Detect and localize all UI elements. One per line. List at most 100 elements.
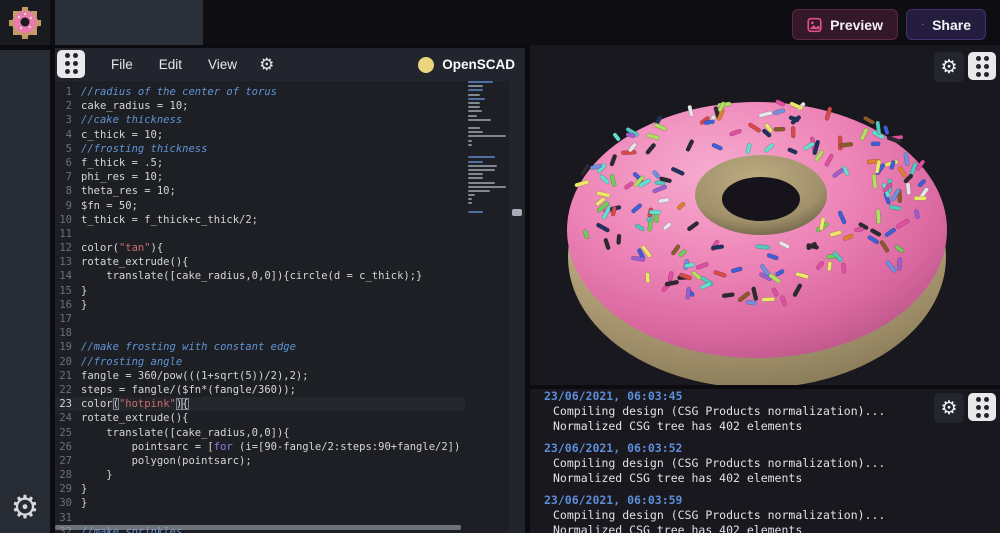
code-line[interactable]: 8theta_res = 10; xyxy=(55,184,465,198)
code-line[interactable]: 25 translate([cake_radius,0,0]){ xyxy=(55,426,465,440)
code-line[interactable]: 11 xyxy=(55,227,465,241)
code-line[interactable]: 28 } xyxy=(55,468,465,482)
line-number: 14 xyxy=(55,269,81,283)
code-line[interactable]: 2cake_radius = 10; xyxy=(55,99,465,113)
editor-gear-icon[interactable]: ⚙ xyxy=(259,55,274,75)
log-timestamp: 23/06/2021, 06:03:45 xyxy=(544,389,1000,404)
settings-gear-icon[interactable]: ⚙ xyxy=(0,489,50,525)
tab-strip xyxy=(55,0,203,45)
code-line[interactable]: 7phi_res = 10; xyxy=(55,170,465,184)
code-text: } xyxy=(81,468,113,482)
code-text: } xyxy=(81,482,87,496)
code-text: //radius of the center of torus xyxy=(81,85,277,99)
minimap[interactable] xyxy=(465,81,509,533)
code-line[interactable]: 31 xyxy=(55,511,465,525)
code-line[interactable]: 14 translate([cake_radius,0,0]){circle(d… xyxy=(55,269,465,283)
engine-status-label: OpenSCAD xyxy=(442,57,515,72)
menu-view[interactable]: View xyxy=(208,57,237,72)
code-line[interactable]: 27 polygon(pointsarc); xyxy=(55,454,465,468)
code-text: rotate_extrude(){ xyxy=(81,411,188,425)
code-line[interactable]: 29} xyxy=(55,482,465,496)
viewport-controls: ⚙ xyxy=(934,52,996,82)
log-timestamp: 23/06/2021, 06:03:52 xyxy=(544,441,1000,456)
code-line[interactable]: 26 pointsarc = [for (i=[90-fangle/2:step… xyxy=(55,440,465,454)
line-number: 5 xyxy=(55,142,81,156)
code-line[interactable]: 18 xyxy=(55,326,465,340)
line-number: 20 xyxy=(55,355,81,369)
line-number: 30 xyxy=(55,496,81,510)
editor-drag-handle[interactable] xyxy=(57,50,85,78)
code-text: //cake thickness xyxy=(81,113,182,127)
log-message: Compiling design (CSG Products normaliza… xyxy=(544,404,1000,419)
share-button-label: Share xyxy=(932,17,971,33)
code-line[interactable]: 10t_thick = f_thick+c_thick/2; xyxy=(55,213,465,227)
share-button[interactable]: Share xyxy=(906,9,986,40)
app-window: Preview Share ⚙ File Edit View ⚙ OpenSCA… xyxy=(0,0,1000,533)
line-number: 26 xyxy=(55,440,81,454)
code-line[interactable]: 13rotate_extrude(){ xyxy=(55,255,465,269)
line-number: 21 xyxy=(55,369,81,383)
code-lines[interactable]: 1//radius of the center of torus2cake_ra… xyxy=(55,85,465,533)
code-line[interactable]: 6f_thick = .5; xyxy=(55,156,465,170)
line-number: 18 xyxy=(55,326,81,340)
code-line[interactable]: 23color("hotpink"){ xyxy=(55,397,465,411)
menu-edit[interactable]: Edit xyxy=(159,57,182,72)
code-text: translate([cake_radius,0,0]){ xyxy=(81,426,290,440)
horizontal-scrollbar-thumb[interactable] xyxy=(55,525,461,530)
code-line[interactable]: 9$fn = 50; xyxy=(55,199,465,213)
code-line[interactable]: 16} xyxy=(55,298,465,312)
horizontal-scrollbar[interactable] xyxy=(55,525,465,530)
code-line[interactable]: 19//make frosting with constant edge xyxy=(55,340,465,354)
code-editor[interactable]: 1//radius of the center of torus2cake_ra… xyxy=(55,81,525,533)
code-line[interactable]: 17 xyxy=(55,312,465,326)
line-number: 2 xyxy=(55,99,81,113)
code-line[interactable]: 5//frosting thickness xyxy=(55,142,465,156)
code-line[interactable]: 30} xyxy=(55,496,465,510)
log-message: Compiling design (CSG Products normaliza… xyxy=(544,456,1000,471)
preview-button[interactable]: Preview xyxy=(792,9,898,40)
line-number: 13 xyxy=(55,255,81,269)
editor-panel: File Edit View ⚙ OpenSCAD 1//radius of t… xyxy=(55,48,525,533)
status-dot xyxy=(418,57,434,73)
console-panel[interactable]: 23/06/2021, 06:03:45Compiling design (CS… xyxy=(530,389,1000,533)
code-line[interactable]: 3//cake thickness xyxy=(55,113,465,127)
code-line[interactable]: 1//radius of the center of torus xyxy=(55,85,465,99)
code-text: } xyxy=(81,298,87,312)
viewport-panel[interactable]: ⚙ xyxy=(530,45,1000,385)
code-line[interactable]: 24rotate_extrude(){ xyxy=(55,411,465,425)
console-gear-icon[interactable]: ⚙ xyxy=(934,393,964,423)
log-message: Normalized CSG tree has 402 elements xyxy=(544,471,1000,486)
code-line[interactable]: 20//frosting angle xyxy=(55,355,465,369)
console-drag-handle[interactable] xyxy=(968,393,996,421)
line-number: 9 xyxy=(55,199,81,213)
code-line[interactable]: 22steps = fangle/($fn*(fangle/360)); xyxy=(55,383,465,397)
menu-file[interactable]: File xyxy=(111,57,133,72)
line-number: 25 xyxy=(55,426,81,440)
code-line[interactable]: 15} xyxy=(55,284,465,298)
vertical-scrollbar-thumb[interactable] xyxy=(512,209,522,216)
code-text: //make frosting with constant edge xyxy=(81,340,296,354)
code-line[interactable]: 21fangle = 360/pow(((1+sqrt(5))/2),2); xyxy=(55,369,465,383)
donut-hole xyxy=(722,177,800,221)
line-number: 11 xyxy=(55,227,81,241)
vertical-scrollbar[interactable] xyxy=(509,81,525,533)
code-text: f_thick = .5; xyxy=(81,156,163,170)
donut-render xyxy=(530,45,1000,385)
app-logo[interactable] xyxy=(0,0,50,45)
viewport-gear-icon[interactable]: ⚙ xyxy=(934,52,964,82)
image-icon xyxy=(807,16,822,34)
line-number: 8 xyxy=(55,184,81,198)
code-line[interactable]: 4c_thick = 10; xyxy=(55,128,465,142)
code-text: //frosting angle xyxy=(81,355,182,369)
top-bar: Preview Share xyxy=(0,0,1000,45)
code-text: fangle = 360/pow(((1+sqrt(5))/2),2); xyxy=(81,369,309,383)
code-text: t_thick = f_thick+c_thick/2; xyxy=(81,213,258,227)
code-text: //frosting thickness xyxy=(81,142,207,156)
line-number: 4 xyxy=(55,128,81,142)
code-line[interactable]: 12color("tan"){ xyxy=(55,241,465,255)
viewport-drag-handle[interactable] xyxy=(968,52,996,80)
log-timestamp: 23/06/2021, 06:03:59 xyxy=(544,493,1000,508)
code-text: phi_res = 10; xyxy=(81,170,163,184)
line-number: 28 xyxy=(55,468,81,482)
console-controls: ⚙ xyxy=(934,393,996,423)
